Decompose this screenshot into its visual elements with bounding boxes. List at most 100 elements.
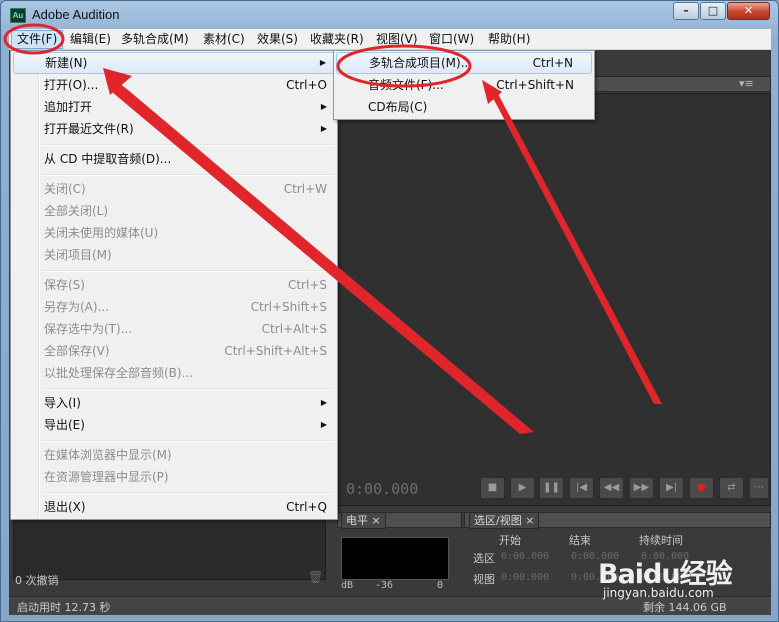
baidu-watermark: Baidu经验 jingyan.baidu.com: [598, 552, 733, 600]
file-menu-dropdown: 新建(N) ▶ 打开(O)... Ctrl+O 追加打开 ▶ 打开最近文件(R) ▶ 从…: [10, 50, 338, 520]
timecode-display: 0:00.000: [346, 480, 419, 498]
stop-icon[interactable]: ■: [480, 477, 505, 499]
level-meter: [341, 537, 449, 580]
menuitem-shortcut: Ctrl+Shift+Alt+S: [224, 344, 327, 358]
menuitem-batch-save[interactable]: 以批处理保存全部音频(B)...: [13, 362, 335, 384]
menuitem-save-all[interactable]: 全部保存(V) Ctrl+Shift+Alt+S: [13, 340, 335, 362]
menuitem-shortcut: Ctrl+N: [532, 56, 573, 70]
menuitem-label: 打开(O)...: [44, 78, 99, 92]
menuitem-save[interactable]: 保存(S) Ctrl+S: [13, 274, 335, 296]
menu-favorites[interactable]: 收藏夹(R): [305, 30, 369, 49]
menu-separator: [42, 388, 334, 390]
menuitem-shortcut: Ctrl+Alt+S: [261, 322, 327, 336]
meter-scale-mid: -36: [375, 580, 394, 591]
menuitem-label: 多轨合成项目(M)...: [369, 56, 473, 70]
audition-app-icon[interactable]: Au: [10, 8, 26, 23]
submenu-arrow-icon: ▶: [320, 124, 327, 133]
menuitem-label: 关闭项目(M): [44, 248, 112, 262]
window-title: Adobe Audition: [32, 7, 120, 22]
close-button[interactable]: ✕: [727, 2, 770, 20]
menuitem-label: 打开最近文件(R): [44, 122, 134, 136]
menu-view[interactable]: 视图(V): [371, 30, 423, 49]
menuitem-label: 从 CD 中提取音频(D)...: [44, 152, 172, 166]
menuitem-shortcut: Ctrl+Shift+S: [250, 300, 327, 314]
menuitem-shortcut: Ctrl+S: [287, 278, 327, 292]
record-icon[interactable]: ●: [689, 477, 714, 499]
menuitem-open[interactable]: 打开(O)... Ctrl+O: [13, 74, 335, 96]
new-submenu: 多轨合成项目(M)... Ctrl+N 音频文件(F)... Ctrl+Shift+…: [333, 50, 595, 120]
menuitem-export[interactable]: 导出(E) ▶: [13, 414, 335, 436]
menuitem-shortcut: Ctrl+Shift+N: [496, 78, 574, 92]
startup-time: 启动用时 12.73 秒: [17, 601, 111, 614]
menu-separator: [42, 440, 334, 442]
menu-help[interactable]: 帮助(H): [483, 30, 535, 49]
selection-start[interactable]: 0:00.000: [501, 551, 549, 562]
pause-icon[interactable]: ❚❚: [539, 477, 564, 499]
menuitem-extract-cd[interactable]: 从 CD 中提取音频(D)...: [13, 148, 335, 170]
submenu-arrow-icon: ▶: [319, 58, 326, 67]
maximize-button[interactable]: □: [700, 2, 726, 20]
row-view-label: 视图: [473, 573, 495, 586]
menuitem-close[interactable]: 关闭(C) Ctrl+W: [13, 178, 335, 200]
menuitem-reveal-explorer[interactable]: 在资源管理器中显示(P): [13, 466, 335, 488]
meter-scale-zero: 0: [437, 580, 444, 591]
selection-tab-label: 选区/视图: [474, 514, 522, 527]
menu-file[interactable]: 文件(F): [11, 30, 64, 49]
menuitem-import[interactable]: 导入(I) ▶: [13, 392, 335, 414]
loop-icon[interactable]: ⇄: [719, 477, 744, 499]
row-selection-label: 选区: [473, 552, 495, 565]
undo-count: 0 次撤销: [15, 574, 59, 587]
menuitem-close-all[interactable]: 全部关闭(L): [13, 200, 335, 222]
watermark-url: jingyan.baidu.com: [603, 586, 714, 600]
menuitem-label: 追加打开: [44, 100, 93, 114]
menuitem-new-multitrack[interactable]: 多轨合成项目(M)... Ctrl+N: [336, 52, 592, 74]
menuitem-label: 保存(S): [44, 278, 85, 292]
menuitem-label: 全部保存(V): [44, 344, 110, 358]
trash-icon[interactable]: 🗑: [308, 570, 323, 584]
menu-separator: [42, 174, 334, 176]
menuitem-exit[interactable]: 退出(X) Ctrl+Q: [13, 496, 335, 518]
submenu-arrow-icon: ▶: [320, 398, 327, 407]
menu-window[interactable]: 窗口(W): [424, 30, 479, 49]
header-end: 结束: [569, 534, 591, 547]
menuitem-save-selection[interactable]: 保存选中为(T)... Ctrl+Alt+S: [13, 318, 335, 340]
menuitem-save-as[interactable]: 另存为(A)... Ctrl+Shift+S: [13, 296, 335, 318]
menuitem-new-audio-file[interactable]: 音频文件(F)... Ctrl+Shift+N: [336, 74, 592, 96]
menuitem-new-cd-layout[interactable]: CD布局(C): [336, 96, 592, 118]
menu-multitrack[interactable]: 多轨合成(M): [116, 30, 194, 49]
menu-effects[interactable]: 效果(S): [252, 30, 303, 49]
fast-forward-icon[interactable]: ▶▶: [629, 477, 654, 499]
menuitem-label: 保存选中为(T)...: [44, 322, 133, 336]
history-panel: [13, 512, 326, 580]
menuitem-label: 导入(I): [44, 396, 81, 410]
menuitem-label: 新建(N): [45, 56, 88, 70]
menu-separator: [42, 270, 334, 272]
menu-clip[interactable]: 素材(C): [198, 30, 250, 49]
view-start[interactable]: 0:00.000: [501, 572, 549, 583]
skip-icon[interactable]: ⋯: [749, 477, 769, 499]
play-icon[interactable]: ▶: [510, 477, 535, 499]
application-window: Au Adobe Audition – □ ✕ 文件(F) 编辑(E) 多轨合成…: [0, 0, 779, 622]
editor-panel[interactable]: [337, 93, 771, 506]
rewind-icon[interactable]: ◀◀: [599, 477, 624, 499]
title-bar[interactable]: Au Adobe Audition – □ ✕: [1, 1, 778, 29]
header-start: 开始: [499, 534, 521, 547]
tab-selection-view[interactable]: 选区/视图 ×: [469, 512, 540, 529]
go-to-start-icon[interactable]: |◀: [569, 477, 594, 499]
menuitem-close-unused[interactable]: 关闭未使用的媒体(U): [13, 222, 335, 244]
menuitem-label: 音频文件(F)...: [368, 78, 444, 92]
go-to-end-icon[interactable]: ▶|: [659, 477, 684, 499]
menuitem-close-project[interactable]: 关闭项目(M): [13, 244, 335, 266]
menuitem-label: CD布局(C): [368, 100, 428, 114]
menuitem-append-open[interactable]: 追加打开 ▶: [13, 96, 335, 118]
menuitem-new[interactable]: 新建(N) ▶: [13, 52, 335, 74]
menuitem-label: 导出(E): [44, 418, 85, 432]
menu-separator: [42, 492, 334, 494]
menuitem-reveal-media-browser[interactable]: 在媒体浏览器中显示(M): [13, 444, 335, 466]
panel-menu-icon[interactable]: ▾≡: [739, 77, 754, 90]
minimize-button[interactable]: –: [673, 2, 699, 20]
menuitem-open-recent[interactable]: 打开最近文件(R) ▶: [13, 118, 335, 140]
submenu-arrow-icon: ▶: [320, 102, 327, 111]
menu-edit[interactable]: 编辑(E): [65, 30, 116, 49]
tab-levels[interactable]: 电平 ×: [341, 512, 386, 529]
